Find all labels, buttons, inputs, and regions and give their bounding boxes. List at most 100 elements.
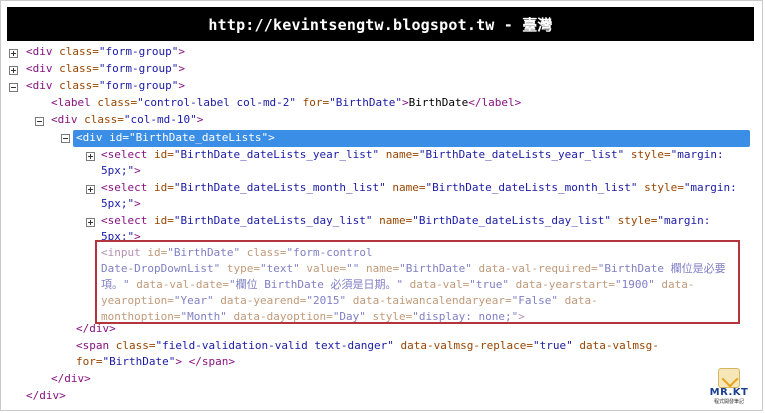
attr-value: "form-control: [286, 246, 373, 259]
attr-name: id=: [147, 148, 174, 161]
tag-close: </div>: [51, 372, 91, 385]
attr-value: "欄位 BirthDate 必須是日期。": [228, 278, 404, 291]
tag-open: <select: [101, 181, 148, 194]
attr-value: "margin:: [657, 214, 711, 227]
tag-open: <label: [51, 96, 91, 109]
attr-value: Date-DropDownList": [101, 262, 221, 275]
dom-node-label[interactable]: <label class="control-label col-md-2" fo…: [51, 95, 521, 112]
dom-node-birthdate-datelists[interactable]: <div id="BirthDate_dateLists">: [76, 130, 275, 147]
attr-value: "Day": [332, 310, 366, 323]
attr-name: id=: [102, 131, 129, 144]
attr-name: data-val=: [403, 278, 470, 291]
attr-name: value=: [299, 262, 347, 275]
dom-node-day-select[interactable]: <select id="BirthDate_dateLists_day_list…: [101, 213, 710, 230]
attr-value: "BirthDate_dateLists": [129, 131, 269, 144]
attr-name: class=: [52, 79, 99, 92]
tag-open: <div: [51, 113, 78, 126]
attr-name: name=: [359, 262, 400, 275]
attr-name: class=: [109, 339, 156, 352]
attr-name: name=: [385, 181, 426, 194]
attr-value: 5px;": [101, 164, 135, 177]
attr-value: "BirthDate": [102, 355, 176, 368]
tag-end: >: [134, 197, 141, 210]
dom-node-year-select[interactable]: <select id="BirthDate_dateLists_year_lis…: [101, 147, 724, 164]
attr-value: "BirthDate_dateLists_month_list": [173, 181, 386, 194]
attr-name: name=: [372, 214, 413, 227]
tag-end: >: [175, 355, 182, 368]
collapse-toggle-icon[interactable]: [61, 134, 70, 143]
attr-name: id=: [147, 214, 174, 227]
attr-value: "False": [511, 294, 559, 307]
attr-name: id=: [140, 246, 168, 259]
attr-value: "BirthDate_dateLists_year_list": [173, 148, 380, 161]
collapse-toggle-icon[interactable]: [9, 83, 18, 92]
expand-toggle-icon[interactable]: [86, 152, 95, 161]
tag-open: <span: [76, 339, 110, 352]
attr-name: class=: [52, 62, 99, 75]
attr-name: class=: [90, 96, 138, 109]
tag-close: </span>: [188, 355, 235, 368]
dom-node-form-group-3[interactable]: <div class="form-group">: [26, 78, 185, 95]
expand-toggle-icon[interactable]: [86, 218, 95, 227]
attr-value: "BirthDate": [167, 246, 241, 259]
dom-node-validation-span[interactable]: <span class="field-validation-valid text…: [76, 338, 659, 355]
attr-value: "col-md-10": [123, 113, 197, 126]
label-text: BirthDate: [408, 96, 469, 109]
expand-toggle-icon[interactable]: [9, 49, 18, 58]
attr-value: "field-validation-valid text-danger": [155, 339, 394, 352]
collapse-toggle-icon[interactable]: [35, 117, 44, 126]
attr-value: "form-group": [98, 45, 179, 58]
tag-end: >: [402, 96, 409, 109]
attr-name: data-: [558, 294, 598, 307]
dom-node-validation-span-wrap: for="BirthDate"> </span>: [76, 354, 235, 371]
tag-open: <input: [101, 246, 141, 259]
attr-value: "2015": [306, 294, 347, 307]
attr-value: "1900": [615, 278, 655, 291]
attr-value: 項。": [101, 278, 130, 291]
dom-node-month-select-wrap: 5px;">: [101, 196, 141, 213]
tag-end: >: [196, 113, 204, 126]
tag-end: >: [178, 62, 185, 75]
attr-name: style=: [365, 310, 413, 323]
attr-name: style=: [624, 148, 671, 161]
selected-node-highlight[interactable]: <div id="BirthDate_dateLists">: [73, 130, 750, 147]
hidden-input-row-1: <input id="BirthDate" class="form-contro…: [101, 245, 373, 262]
attr-value: "BirthDate_dateLists_day_list": [173, 214, 373, 227]
hidden-input-highlight-box: <input id="BirthDate" class="form-contro…: [95, 240, 740, 324]
dom-node-close-div[interactable]: </div>: [51, 371, 91, 388]
attr-value: "BirthDate": [399, 262, 472, 275]
attr-name: yearoption=: [101, 294, 174, 307]
tag-close: </label>: [468, 96, 522, 109]
hidden-input-row-4: yearoption="Year" data-yearend="2015" da…: [101, 293, 598, 310]
attr-value: 5px;": [101, 197, 135, 210]
attr-value: "form-group": [98, 62, 179, 75]
attr-value: "BirthDate_dateLists_year_list": [418, 148, 625, 161]
expand-toggle-icon[interactable]: [9, 66, 18, 75]
dom-node-month-select[interactable]: <select id="BirthDate_dateLists_month_li…: [101, 180, 737, 197]
logo-subtitle: 程式開發筆記: [713, 399, 744, 405]
tag-end: >: [268, 131, 275, 144]
attr-name: name=: [379, 148, 419, 161]
logo-name: MR.KT: [709, 387, 749, 398]
banner-title: http://kevintsengtw.blogspot.tw - 臺灣: [208, 15, 553, 34]
expand-toggle-icon[interactable]: [86, 185, 95, 194]
attr-name: type=: [220, 262, 260, 275]
attr-name: style=: [637, 181, 684, 194]
attr-value: "": [346, 262, 360, 275]
dom-node-form-group-1[interactable]: <div class="form-group">: [26, 44, 185, 61]
dom-node-close-div[interactable]: </div>: [26, 388, 66, 405]
dom-node-col-md-10[interactable]: <div class="col-md-10">: [51, 112, 203, 129]
blog-url-banner: http://kevintsengtw.blogspot.tw - 臺灣: [7, 7, 754, 41]
dom-node-year-select-wrap: 5px;">: [101, 163, 141, 180]
tag-end: >: [178, 45, 185, 58]
attr-name: data-yearstart=: [509, 278, 616, 291]
dom-node-form-group-2[interactable]: <div class="form-group">: [26, 61, 185, 78]
tag-end: >: [134, 164, 141, 177]
attr-name: data-val-date=: [129, 278, 229, 291]
attr-name: class=: [77, 113, 124, 126]
attr-name: for=: [76, 355, 103, 368]
attr-value: "Month": [180, 310, 227, 323]
attr-name: class=: [52, 45, 99, 58]
attr-value: "true": [469, 278, 510, 291]
tag-open: <select: [101, 148, 148, 161]
